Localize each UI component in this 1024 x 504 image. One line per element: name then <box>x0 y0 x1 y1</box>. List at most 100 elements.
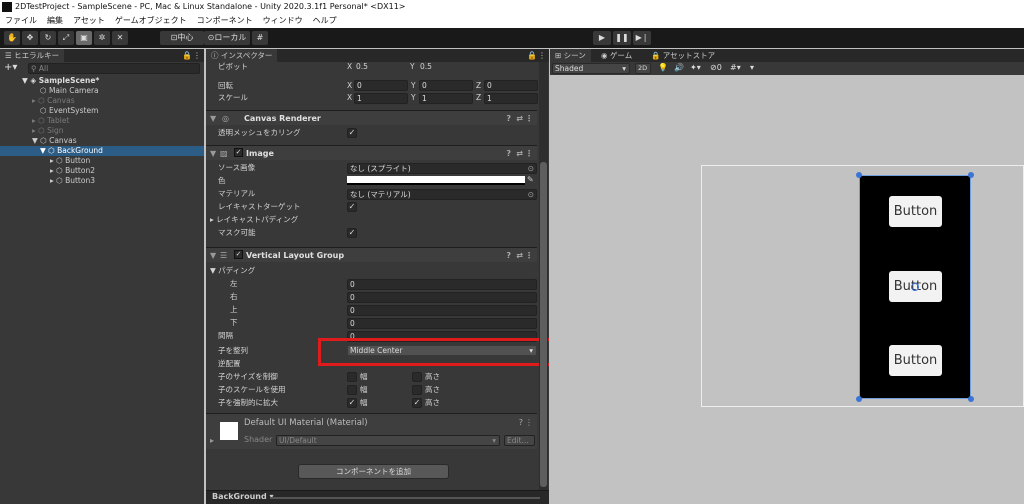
2d-mode-toggle[interactable]: 2D <box>635 63 651 74</box>
image-header[interactable]: ▼ ▨ ✓ Image ? ⇄ ⋮ <box>206 145 537 160</box>
tab-hierarchy[interactable]: ☰ ヒエラルキー <box>0 49 65 62</box>
menu-help[interactable]: ヘルプ <box>308 14 342 28</box>
tree-item-tablet[interactable]: ▸ ⬡ Tablet <box>0 116 204 126</box>
padding-bottom-field[interactable]: 0 <box>347 318 537 329</box>
tree-item-canvas[interactable]: ▼ ⬡ Canvas <box>0 136 204 146</box>
lock-icon[interactable]: 🔒 <box>182 49 192 62</box>
scale-height-checkbox[interactable] <box>412 385 422 395</box>
eyedropper-icon[interactable]: ✎ <box>527 175 534 184</box>
lock-icon[interactable]: 🔒 <box>527 49 537 62</box>
kebab-menu-icon[interactable]: ⋮ <box>525 111 533 126</box>
tree-item-sign[interactable]: ▸ ⬡ Sign <box>0 126 204 136</box>
transform-tool-icon[interactable]: ✲ <box>94 31 110 45</box>
grid-snap-icon[interactable]: # <box>252 31 268 45</box>
scene-button-3[interactable]: Button <box>889 345 942 376</box>
raycast-target-checkbox[interactable]: ✓ <box>347 202 357 212</box>
space-toggle-button[interactable]: ⊙ローカル <box>204 31 250 45</box>
tree-item-main-camera[interactable]: ⬡ Main Camera <box>0 86 204 96</box>
rotation-x-field[interactable]: 0 <box>354 80 408 91</box>
padding-left-field[interactable]: 0 <box>347 279 537 290</box>
gizmos-menu-icon[interactable]: ▾ <box>750 63 754 72</box>
tab-game[interactable]: ◉ ゲーム <box>596 49 637 62</box>
maskable-checkbox[interactable]: ✓ <box>347 228 357 238</box>
help-icon[interactable]: ? <box>506 248 511 263</box>
source-image-field[interactable]: なし (スプライト) ⊙ <box>347 163 537 174</box>
visibility-toggle-icon[interactable]: ⊘0 <box>710 63 722 72</box>
presets-icon[interactable]: ⇄ <box>516 248 523 263</box>
tree-item-scene[interactable]: ▼ ◈ SampleScene* <box>0 76 204 86</box>
padding-top-field[interactable]: 0 <box>347 305 537 316</box>
grid-toggle-icon[interactable]: #▾ <box>730 63 741 72</box>
tree-item-canvas-inactive[interactable]: ▸ ⬡ Canvas <box>0 96 204 106</box>
menu-window[interactable]: ウィンドウ <box>258 14 308 28</box>
menu-file[interactable]: ファイル <box>0 14 42 28</box>
step-button[interactable]: ▶❘ <box>633 31 651 45</box>
audio-toggle-icon[interactable]: 🔊 <box>674 63 684 72</box>
move-tool-icon[interactable]: ✥ <box>22 31 38 45</box>
vlg-enabled-checkbox[interactable]: ✓ <box>234 250 243 259</box>
scene-button-1[interactable]: Button <box>889 196 942 227</box>
hand-tool-icon[interactable]: ✋ <box>4 31 20 45</box>
foldout-arrow-icon[interactable]: ▼ <box>210 146 216 161</box>
pivot-y-value[interactable]: 0.5 <box>420 61 432 73</box>
presets-icon[interactable]: ⇄ <box>516 146 523 161</box>
menu-assets[interactable]: アセット <box>68 14 110 28</box>
pivot-toggle-button[interactable]: ⊡中心 <box>160 31 204 45</box>
kebab-menu-icon[interactable]: ⋮ <box>193 49 201 62</box>
shading-mode-dropdown[interactable]: Shaded ▾ <box>552 63 630 74</box>
hierarchy-search-input[interactable]: ⚲ All <box>28 63 200 74</box>
help-icon[interactable]: ? <box>506 111 511 126</box>
help-icon[interactable]: ? <box>519 418 523 427</box>
tab-scene[interactable]: ⊞ シーン <box>550 49 591 62</box>
scale-y-field[interactable]: 1 <box>419 93 473 104</box>
canvas-renderer-header[interactable]: ▼ ◎ Canvas Renderer ? ⇄ ⋮ <box>206 110 537 125</box>
play-button[interactable]: ▶ <box>593 31 611 45</box>
raycast-padding-foldout[interactable]: ▸ レイキャストパディング <box>210 214 298 226</box>
object-picker-icon[interactable]: ⊙ <box>528 164 534 173</box>
custom-tool-icon[interactable]: ✕ <box>112 31 128 45</box>
scale-width-checkbox[interactable] <box>347 385 357 395</box>
rect-handle-tr[interactable] <box>968 172 974 178</box>
shader-dropdown[interactable]: UI/Default ▾ <box>276 435 500 446</box>
scrollbar-thumb[interactable] <box>540 162 547 487</box>
control-height-checkbox[interactable] <box>412 372 422 382</box>
rotation-y-field[interactable]: 0 <box>419 80 473 91</box>
object-picker-icon[interactable]: ⊙ <box>528 190 534 199</box>
tree-item-button2[interactable]: ▸ ⬡ Button2 <box>0 166 204 176</box>
menu-component[interactable]: コンポーネント <box>192 14 258 28</box>
rect-tool-icon[interactable]: ▣ <box>76 31 92 45</box>
rect-handle-bl[interactable] <box>856 396 862 402</box>
foldout-arrow-icon[interactable]: ▸ <box>210 436 214 445</box>
kebab-menu-icon[interactable]: ⋮ <box>525 248 533 263</box>
kebab-menu-icon[interactable]: ⋮ <box>525 418 533 427</box>
pivot-x-value[interactable]: 0.5 <box>356 61 368 73</box>
scale-tool-icon[interactable]: ⤢ <box>58 31 74 45</box>
tree-item-eventsystem[interactable]: ⬡ EventSystem <box>0 106 204 116</box>
menu-gameobject[interactable]: ゲームオブジェクト <box>110 14 192 28</box>
pause-button[interactable]: ❚❚ <box>613 31 631 45</box>
kebab-menu-icon[interactable]: ⋮ <box>525 146 533 161</box>
tab-asset-store[interactable]: 🔒 アセットストア <box>646 49 720 62</box>
menu-edit[interactable]: 編集 <box>42 14 68 28</box>
color-swatch[interactable] <box>347 176 525 185</box>
effects-toggle-icon[interactable]: ✦▾ <box>690 63 701 72</box>
expand-height-checkbox[interactable]: ✓ <box>412 398 422 408</box>
scale-x-field[interactable]: 1 <box>354 93 408 104</box>
padding-right-field[interactable]: 0 <box>347 292 537 303</box>
control-width-checkbox[interactable] <box>347 372 357 382</box>
help-icon[interactable]: ? <box>506 146 511 161</box>
foldout-arrow-icon[interactable]: ▼ <box>210 248 216 263</box>
rect-handle-br[interactable] <box>968 396 974 402</box>
rotate-tool-icon[interactable]: ↻ <box>40 31 56 45</box>
cull-mesh-checkbox[interactable]: ✓ <box>347 128 357 138</box>
lighting-toggle-icon[interactable]: 💡 <box>658 63 668 72</box>
image-enabled-checkbox[interactable]: ✓ <box>234 148 243 157</box>
scale-z-field[interactable]: 1 <box>484 93 538 104</box>
material-field[interactable]: なし (マテリアル) ⊙ <box>347 189 537 200</box>
presets-icon[interactable]: ⇄ <box>516 111 523 126</box>
shader-edit-button[interactable]: Edit... <box>504 435 535 446</box>
inspector-scrollbar[interactable] <box>539 62 548 492</box>
tree-item-button[interactable]: ▸ ⬡ Button <box>0 156 204 166</box>
tree-item-button3[interactable]: ▸ ⬡ Button3 <box>0 176 204 186</box>
kebab-menu-icon[interactable]: ⋮ <box>538 49 546 62</box>
